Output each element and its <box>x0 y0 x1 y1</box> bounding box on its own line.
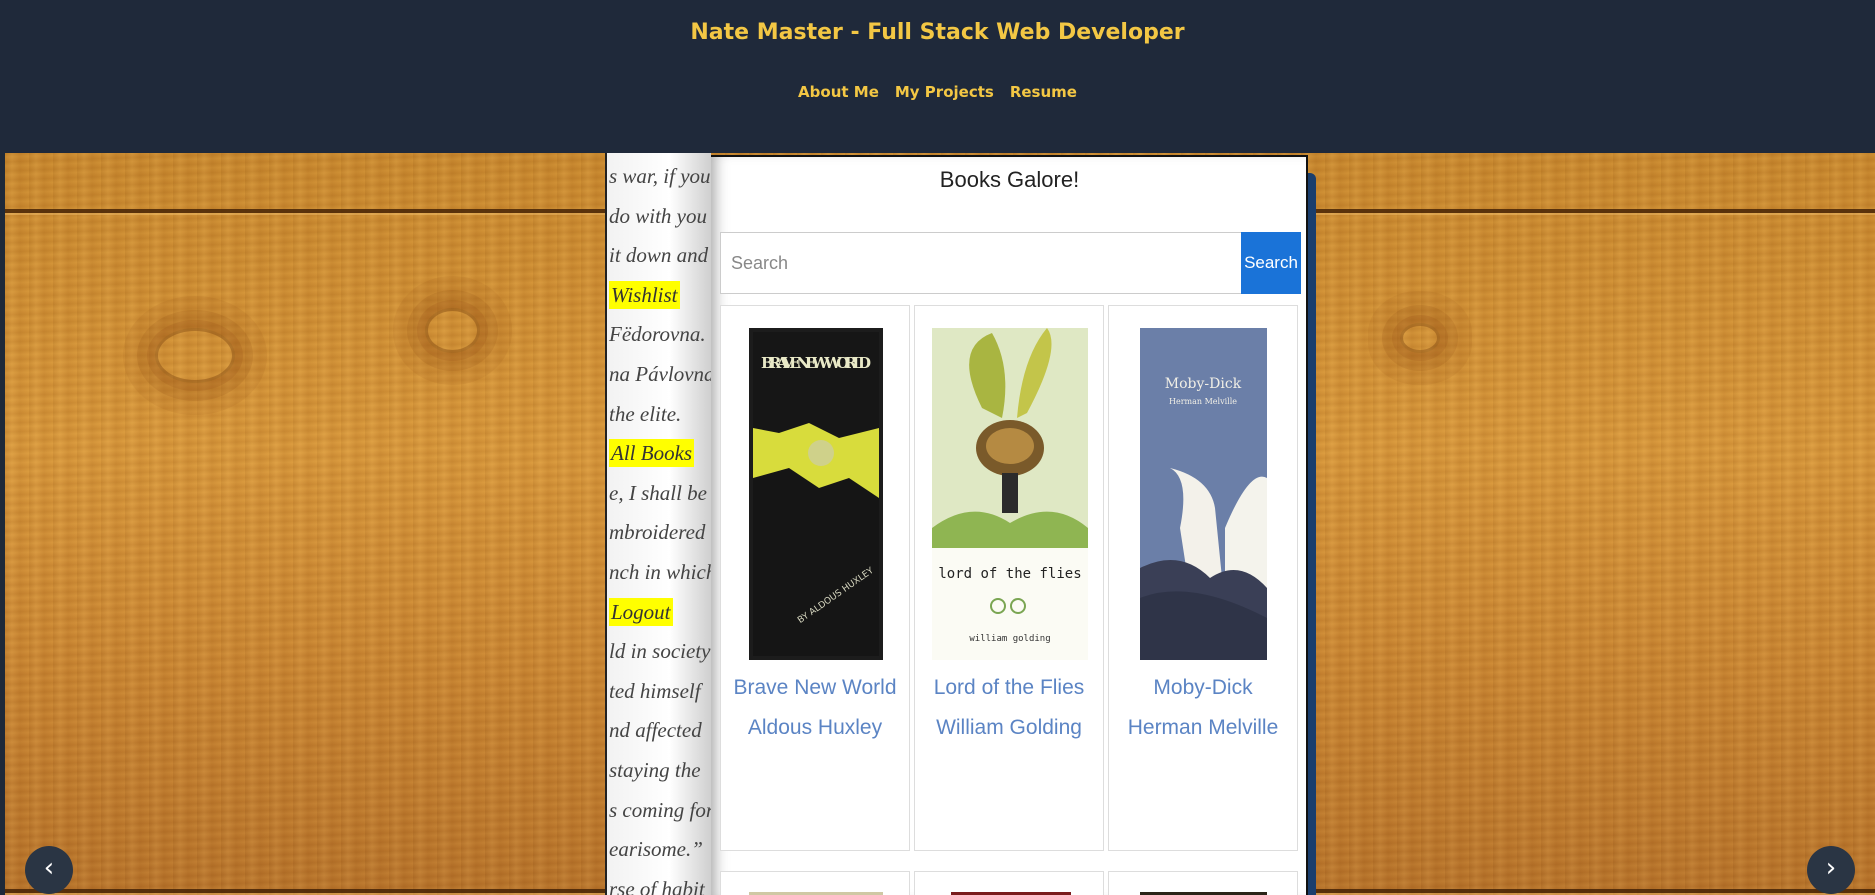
cover-title-text: BRAVE NEW WORLD <box>761 354 871 372</box>
book-text-line: ted himself <box>609 678 701 703</box>
wood-knot <box>425 308 480 353</box>
book-cover-moby-dick[interactable]: Moby-Dick Herman Melville <box>1140 328 1267 660</box>
book-text-line: earisome.” <box>609 837 703 862</box>
book-card-lord-of-the-flies[interactable]: lord of the flies william golding Lord o… <box>914 305 1104 851</box>
book-text-line: s coming for <box>609 797 711 822</box>
site-title: Nate Master - Full Stack Web Developer <box>690 20 1185 45</box>
page-title: Books Galore! <box>939 167 1080 192</box>
book-text-line: All Books <box>607 434 711 474</box>
all-books-link[interactable]: All Books <box>609 439 695 468</box>
book-right-page: Books Galore! Search BRAVE NEW WORLD BY … <box>711 155 1308 895</box>
book-card-moby-dick[interactable]: Moby-Dick Herman Melville Moby-Dick Herm… <box>1108 305 1298 851</box>
book-text-line: it down and <box>609 243 709 268</box>
book-card[interactable] <box>914 871 1104 895</box>
book-cover-brave-new-world[interactable]: BRAVE NEW WORLD BY ALDOUS HUXLEY <box>749 328 883 660</box>
book-text-line: nd affected <box>609 718 702 743</box>
book-card[interactable] <box>1108 871 1298 895</box>
book-title[interactable]: Brave New World <box>721 676 909 700</box>
book-title[interactable]: Lord of the Flies <box>915 676 1103 700</box>
book-text-line: Logout <box>607 593 711 633</box>
logout-link[interactable]: Logout <box>609 597 673 626</box>
book-text-line: na Pávlovna <box>609 361 711 386</box>
book-text-line: mbroidered <box>609 520 706 545</box>
cover-title-text: lord of the flies <box>938 566 1081 582</box>
book-card-brave-new-world[interactable]: BRAVE NEW WORLD BY ALDOUS HUXLEY Brave N… <box>720 305 910 851</box>
wood-knot <box>155 328 235 383</box>
cover-author-text: Herman Melville <box>1169 397 1237 406</box>
book-title[interactable]: Moby-Dick <box>1109 676 1297 700</box>
cover-title-text: Moby-Dick <box>1165 376 1242 392</box>
book-cover-lord-of-the-flies[interactable]: lord of the flies william golding <box>932 328 1088 660</box>
book-text-line: staying the <box>609 757 701 782</box>
book-author: Herman Melville <box>1127 716 1279 739</box>
nav-resume[interactable]: Resume <box>1010 83 1077 101</box>
wood-knot <box>1400 323 1440 353</box>
nav-my-projects[interactable]: My Projects <box>895 83 994 101</box>
cover-author-text: william golding <box>969 634 1050 644</box>
book-text-line: rse of habit <box>609 876 705 895</box>
wood-background-carousel: s war, if you do with you it down and Wi… <box>5 153 1875 895</box>
book-text-line: Wishlist <box>607 276 711 316</box>
book-left-page: s war, if you do with you it down and Wi… <box>605 153 711 895</box>
main-nav: About Me My Projects Resume <box>0 83 1875 101</box>
book-text-line: the elite. <box>609 401 682 426</box>
book-text-line: s war, if you <box>609 164 711 188</box>
carousel-prev-button[interactable]: ‹ <box>25 846 73 894</box>
search-button[interactable]: Search <box>1241 232 1301 294</box>
book-author: Aldous Huxley <box>747 716 883 739</box>
book-text-line: e, I shall be <box>609 480 707 505</box>
site-header: Nate Master - Full Stack Web Developer A… <box>0 0 1875 153</box>
book-text-line: do with you <box>609 203 707 228</box>
book-author: William Golding <box>936 716 1082 739</box>
book-text-line: nch in which <box>609 559 711 584</box>
book-text-line: Fëdorovna. <box>609 322 706 347</box>
book-text-line: ld in society <box>609 639 711 664</box>
book-card[interactable] <box>720 871 910 895</box>
book-cover-edge <box>1308 173 1316 895</box>
carousel-next-button[interactable]: › <box>1807 846 1855 894</box>
search-input[interactable] <box>720 232 1241 294</box>
wishlist-link[interactable]: Wishlist <box>609 280 680 309</box>
nav-about-me[interactable]: About Me <box>798 83 879 101</box>
